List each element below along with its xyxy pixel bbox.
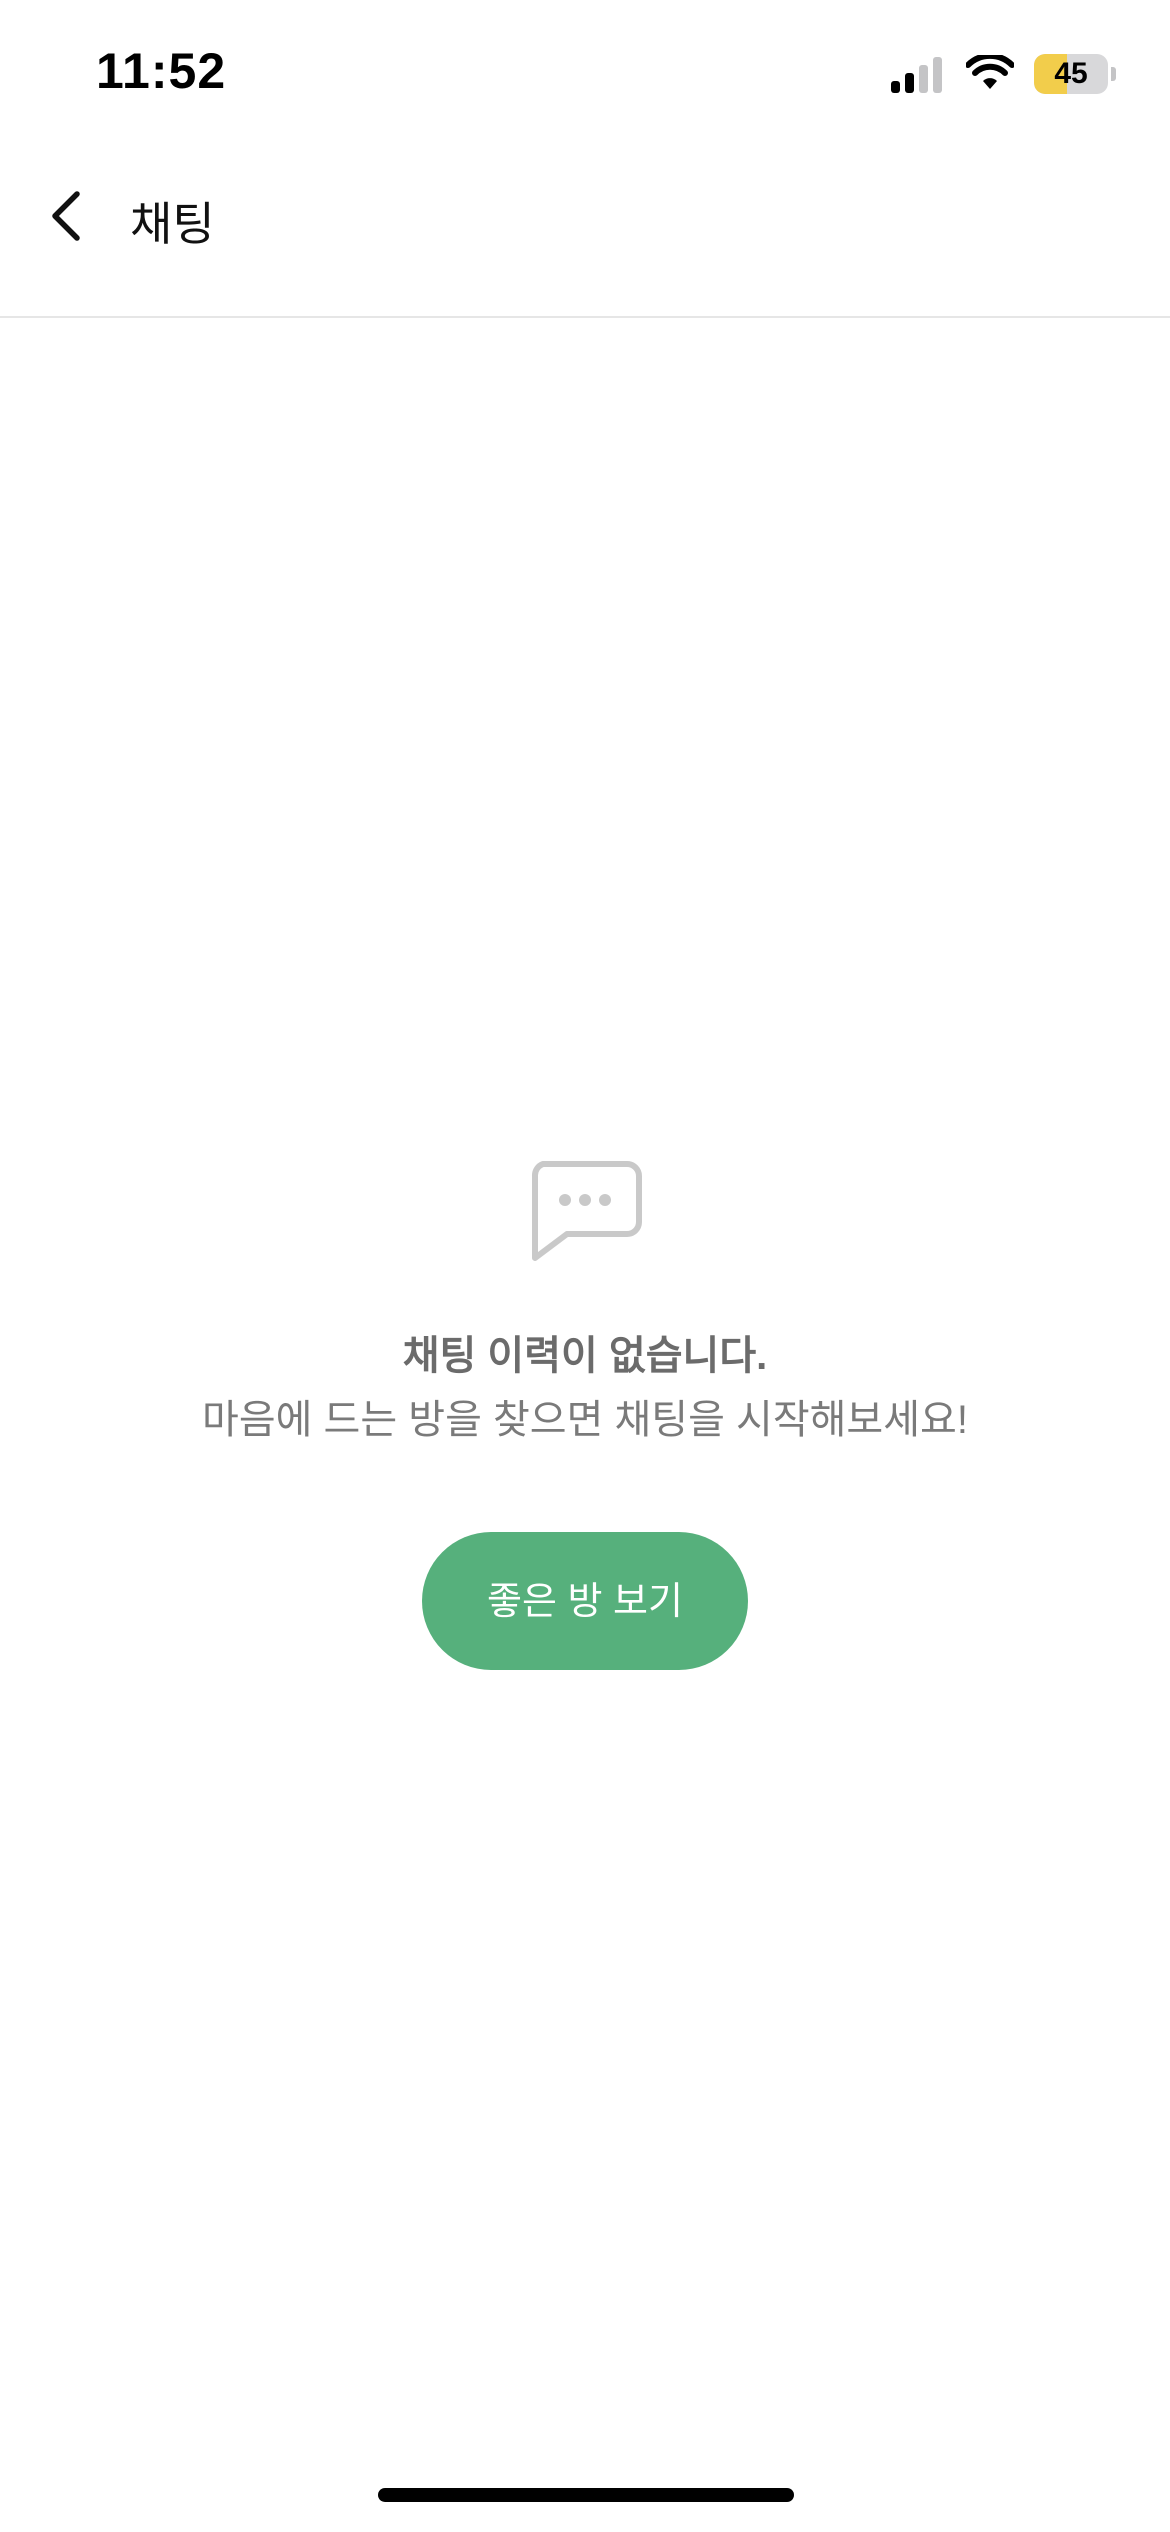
view-good-rooms-button[interactable]: 좋은 방 보기 [422,1532,748,1670]
wifi-icon [966,55,1014,89]
chevron-left-icon [52,191,80,241]
empty-state-title: 채팅 이력이 없습니다. [402,1334,768,1378]
battery-level: 45 [1054,57,1088,90]
nav-bar: 채팅 [0,140,1170,318]
battery-icon: 45 [1034,54,1108,94]
chat-bubble-icon [532,1161,642,1261]
empty-state: 채팅 이력이 없습니다. 마음에 드는 방을 찾으면 채팅을 시작해보세요! 좋… [0,1160,1170,1670]
home-indicator [378,2488,794,2502]
empty-state-subtitle: 마음에 드는 방을 찾으면 채팅을 시작해보세요! [202,1398,968,1442]
battery-cap [1111,67,1116,81]
back-button[interactable] [30,180,102,252]
status-time: 11:52 [96,43,227,99]
cellular-signal-icon [891,55,942,93]
page-title: 채팅 [130,198,215,250]
status-bar: 11:52 45 [0,0,1170,140]
status-icons: 45 [891,52,1116,96]
